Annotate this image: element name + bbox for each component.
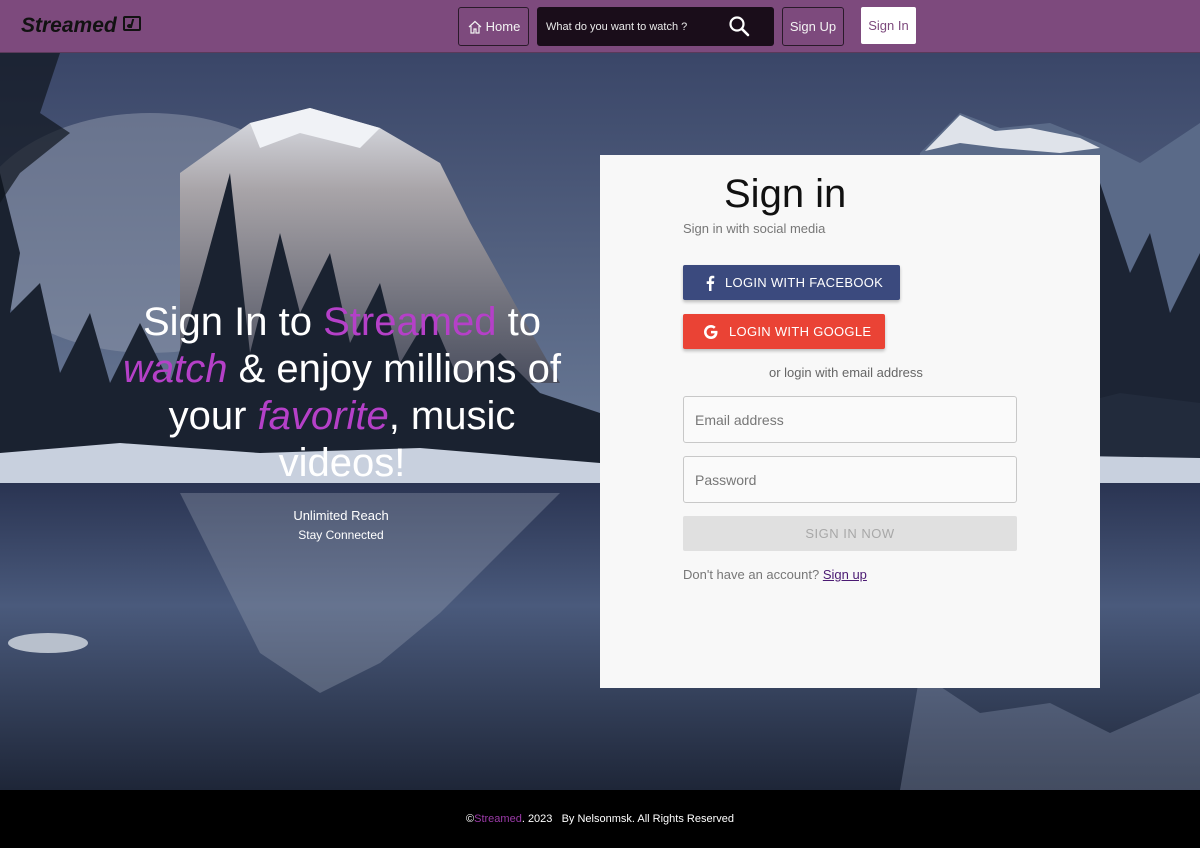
facebook-label: LOGIN WITH FACEBOOK bbox=[725, 275, 884, 290]
headline-brand: Streamed bbox=[323, 300, 497, 344]
facebook-icon bbox=[706, 275, 715, 291]
brand-logo[interactable]: Streamed bbox=[21, 14, 141, 38]
home-button[interactable]: Home bbox=[458, 7, 529, 46]
social-signin-subtitle: Sign in with social media bbox=[683, 221, 826, 236]
signup-nav-button[interactable]: Sign Up bbox=[782, 7, 844, 46]
footer: © Streamed. 2023 By Nelsonmsk. All Right… bbox=[0, 790, 1200, 848]
sign-in-now-button[interactable]: SIGN IN NOW bbox=[683, 516, 1017, 551]
search-bar bbox=[537, 7, 774, 46]
login-facebook-button[interactable]: LOGIN WITH FACEBOOK bbox=[683, 265, 900, 300]
headline-text: & enjoy millions of bbox=[227, 347, 561, 391]
headline-accent-favorite: favorite bbox=[257, 394, 389, 438]
google-icon bbox=[704, 324, 718, 339]
password-field[interactable] bbox=[683, 456, 1017, 503]
no-account-text: Don't have an account? bbox=[683, 567, 823, 582]
footer-text: . 2023 By Nelsonmsk. All Rights Reserved bbox=[521, 813, 734, 825]
copyright-symbol: © bbox=[466, 813, 475, 825]
signin-card: Sign in Sign in with social media LOGIN … bbox=[600, 155, 1100, 688]
headline-accent-watch: watch bbox=[123, 347, 228, 391]
headline-text: your bbox=[168, 394, 258, 438]
search-input[interactable] bbox=[537, 7, 717, 46]
hero-headline: Sign In to Streamed to watch & enjoy mil… bbox=[120, 299, 564, 487]
tagline-unlimited-reach: Unlimited Reach bbox=[293, 508, 389, 523]
email-field[interactable] bbox=[683, 396, 1017, 443]
signin-nav-button[interactable]: Sign In bbox=[861, 7, 916, 44]
home-icon bbox=[468, 20, 482, 34]
headline-text: videos! bbox=[278, 441, 406, 485]
login-google-button[interactable]: LOGIN WITH GOOGLE bbox=[683, 314, 885, 349]
signin-title: Sign in bbox=[724, 172, 847, 216]
home-label: Home bbox=[485, 19, 521, 34]
signup-link[interactable]: Sign up bbox=[823, 567, 867, 582]
tagline-stay-connected: Stay Connected bbox=[298, 528, 384, 542]
search-icon[interactable] bbox=[728, 15, 750, 37]
headline-text: to bbox=[496, 300, 542, 344]
email-login-divider: or login with email address bbox=[769, 365, 923, 380]
google-label: LOGIN WITH GOOGLE bbox=[729, 324, 872, 339]
brand-name: Streamed bbox=[21, 14, 117, 37]
top-navbar: Streamed Home Sign Up Sign In bbox=[0, 0, 1200, 53]
headline-text: Sign In to bbox=[142, 300, 324, 344]
footer-brand-link[interactable]: Streamed bbox=[474, 813, 522, 825]
music-note-icon bbox=[122, 15, 141, 31]
signup-prompt: Don't have an account? Sign up bbox=[683, 567, 867, 582]
headline-text: , music bbox=[388, 394, 516, 438]
